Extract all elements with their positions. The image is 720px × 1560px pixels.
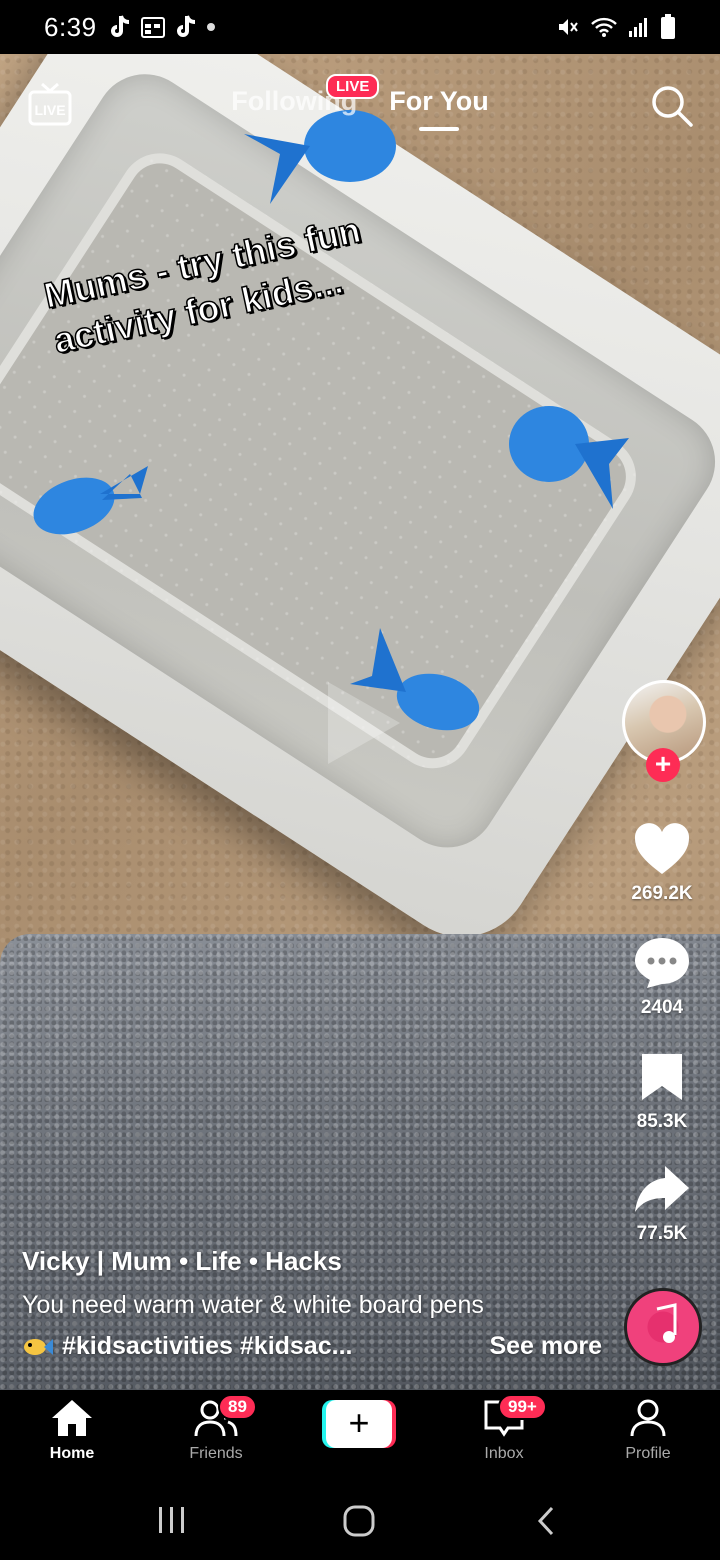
signal-icon [629,18,647,37]
comment-button[interactable]: 2404 [612,936,712,1019]
recent-apps-icon[interactable] [156,1504,188,1536]
battery-icon [661,14,675,39]
nav-profile-label: Profile [625,1445,671,1462]
status-time: 6:39 [44,11,97,42]
status-bar: 6:39 [0,0,720,54]
music-disc[interactable] [624,1288,702,1366]
heart-icon [634,823,690,874]
like-count: 269.2K [631,883,693,904]
see-more-link[interactable]: See more [489,1332,602,1361]
nav-home-label: Home [49,1445,95,1462]
share-button[interactable]: 77.5K [612,1162,712,1245]
tiktok-notification-icon-2 [176,15,195,37]
nav-friends[interactable]: Friends 89 [156,1394,276,1463]
save-button[interactable]: 85.3K [612,1050,712,1133]
tiktok-notification-icon [110,15,129,37]
nav-inbox-label: Inbox [484,1445,524,1462]
create-plus-icon: + [326,1400,392,1448]
blue-fish [509,406,629,509]
bottom-nav: Home Friends 89 + Inbox 99+ Profile [0,1390,720,1474]
fish-emoji-icon [24,1338,53,1355]
nav-profile[interactable]: Profile [588,1398,708,1463]
blue-fish [33,466,148,535]
home-button-icon[interactable] [342,1504,376,1538]
live-badge[interactable]: LIVE [326,74,380,99]
inbox-badge: 99+ [498,1394,547,1420]
share-count: 77.5K [636,1223,688,1244]
tab-for-you[interactable]: For You [389,86,489,131]
video-description: You need warm water & white board pens [22,1291,484,1319]
blue-fish [244,110,396,204]
back-icon[interactable] [534,1504,558,1538]
wifi-icon [591,17,617,37]
comment-count: 2404 [640,997,684,1018]
save-count: 85.3K [636,1111,688,1132]
video-caption: Vicky | Mum • Life • Hacks You need warm… [22,1246,602,1361]
author-name[interactable]: Vicky | Mum • Life • Hacks [22,1246,602,1277]
share-icon [635,1166,689,1212]
friends-badge: 89 [218,1394,257,1420]
search-button[interactable] [650,84,694,133]
follow-button[interactable]: + [646,748,680,782]
hashtag-row: #kidsactivities #kidsac... See more [22,1332,602,1361]
bookmark-icon [642,1054,682,1100]
home-icon [52,1400,92,1436]
nav-inbox[interactable]: Inbox 99+ [444,1394,564,1463]
comment-icon [635,938,689,988]
nav-friends-label: Friends [189,1445,243,1462]
hashtags[interactable]: #kidsactivities #kidsac... [62,1332,352,1361]
create-button[interactable]: + [322,1400,396,1448]
music-note-icon [656,1303,677,1343]
mute-icon [559,19,578,35]
like-button[interactable]: 269.2K [612,822,712,905]
nav-home[interactable]: Home [12,1398,132,1463]
system-nav-bar [0,1474,720,1560]
profile-icon [630,1399,666,1437]
play-icon[interactable] [324,678,404,768]
calendar-notification-icon [140,17,165,38]
search-icon [652,86,693,127]
more-notifications-dot [206,23,215,31]
